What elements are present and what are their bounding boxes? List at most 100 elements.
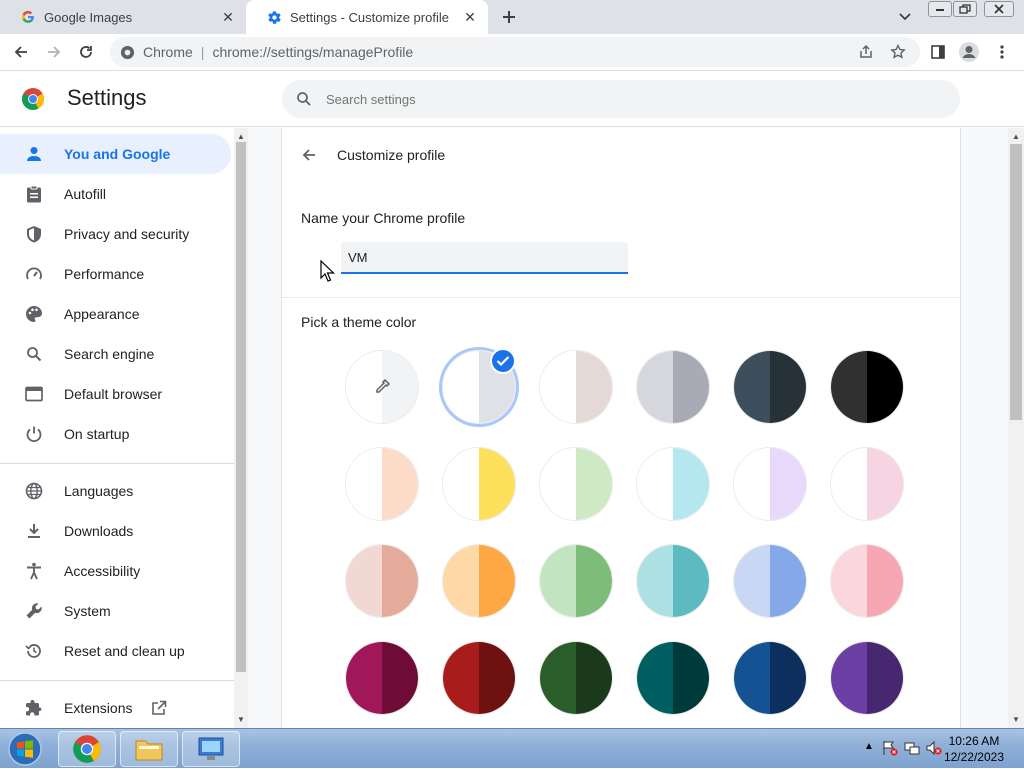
- settings-header: Settings: [0, 71, 1024, 127]
- taskbar-explorer-button[interactable]: [120, 731, 178, 767]
- taskbar-chrome-button[interactable]: [58, 731, 116, 767]
- volume-muted-icon[interactable]: [926, 740, 942, 759]
- theme-color-swatch[interactable]: [539, 350, 613, 424]
- scroll-down-arrow-icon[interactable]: ▼: [1008, 713, 1024, 725]
- search-icon: [294, 89, 314, 109]
- theme-color-swatch[interactable]: [830, 447, 904, 521]
- sidebar-item-system[interactable]: System: [0, 591, 231, 631]
- open-in-new-icon: [150, 699, 168, 717]
- theme-color-swatch[interactable]: [733, 447, 807, 521]
- back-button[interactable]: [10, 41, 32, 63]
- theme-color-swatch[interactable]: [733, 350, 807, 424]
- back-button[interactable]: [298, 144, 320, 166]
- sidebar-item-languages[interactable]: Languages: [0, 471, 231, 511]
- shield-icon: [24, 224, 44, 244]
- sidebar-scrollbar[interactable]: ▲ ▼: [234, 128, 248, 728]
- sidebar-item-search-engine[interactable]: Search engine: [0, 334, 231, 374]
- scrollbar-thumb[interactable]: [236, 142, 246, 672]
- sidebar-item-label: Extensions: [64, 700, 133, 716]
- share-icon: [860, 44, 872, 58]
- sidebar-item-performance[interactable]: Performance: [0, 254, 231, 294]
- start-button[interactable]: [4, 731, 46, 767]
- settings-search[interactable]: [282, 80, 960, 118]
- sidebar-item-you-and-google[interactable]: You and Google: [0, 134, 231, 174]
- theme-color-swatch[interactable]: [442, 641, 516, 715]
- close-icon: [994, 4, 1004, 14]
- scroll-up-arrow-icon[interactable]: ▲: [234, 130, 248, 142]
- sidebar-item-extensions[interactable]: Extensions: [0, 688, 231, 728]
- monitor-icon: [198, 737, 224, 760]
- address-bar[interactable]: Chrome | chrome://settings/manageProfile: [110, 37, 920, 67]
- menu-button[interactable]: [991, 41, 1013, 63]
- side-panel-button[interactable]: [927, 41, 949, 63]
- sidebar-item-reset[interactable]: Reset and clean up: [0, 631, 231, 671]
- tab-search-button[interactable]: [895, 8, 915, 26]
- theme-color-swatch[interactable]: [733, 641, 807, 715]
- theme-color-swatch[interactable]: [636, 350, 710, 424]
- taskbar-control-panel-button[interactable]: [182, 731, 240, 767]
- theme-color-swatch[interactable]: [539, 544, 613, 618]
- theme-color-swatch[interactable]: [442, 544, 516, 618]
- show-hidden-icons-icon[interactable]: ▲: [864, 741, 874, 752]
- sidebar-item-appearance[interactable]: Appearance: [0, 294, 231, 334]
- profile-name-label: Name your Chrome profile: [301, 210, 466, 226]
- close-icon[interactable]: ✕: [460, 7, 480, 27]
- scroll-down-arrow-icon[interactable]: ▼: [234, 713, 248, 725]
- sidebar-item-label: Reset and clean up: [64, 643, 185, 659]
- share-button[interactable]: [855, 41, 877, 63]
- theme-color-swatch[interactable]: [636, 447, 710, 521]
- main-scrollbar[interactable]: ▲ ▼: [1008, 128, 1024, 728]
- section-title: Customize profile: [337, 147, 446, 163]
- system-clock[interactable]: 10:26 AM 12/22/2023: [944, 733, 1004, 765]
- theme-color-swatch[interactable]: [345, 641, 419, 715]
- profile-button[interactable]: [958, 41, 980, 63]
- theme-color-swatch[interactable]: [830, 641, 904, 715]
- avatar-icon: [959, 42, 979, 62]
- tab-strip: Google Images ✕ Settings - Customize pro…: [0, 0, 1024, 34]
- section-divider: [282, 297, 960, 298]
- star-icon: [890, 44, 906, 59]
- profile-name-input[interactable]: [341, 242, 628, 272]
- tab-title: Google Images: [44, 9, 133, 25]
- action-center-flag-icon[interactable]: [882, 740, 898, 759]
- sidebar-item-on-startup[interactable]: On startup: [0, 414, 231, 454]
- theme-color-swatch[interactable]: [442, 447, 516, 521]
- sidebar-item-downloads[interactable]: Downloads: [0, 511, 231, 551]
- close-icon[interactable]: ✕: [218, 7, 238, 27]
- theme-color-swatch[interactable]: [345, 544, 419, 618]
- theme-color-swatch[interactable]: [830, 350, 904, 424]
- theme-color-swatch[interactable]: [539, 447, 613, 521]
- theme-color-swatch[interactable]: [636, 641, 710, 715]
- sidebar-item-label: Search engine: [64, 346, 155, 362]
- tab-settings[interactable]: Settings - Customize profile ✕: [246, 0, 488, 34]
- sidebar-item-accessibility[interactable]: Accessibility: [0, 551, 231, 591]
- new-tab-button[interactable]: [498, 6, 520, 28]
- minimize-button[interactable]: [928, 1, 952, 17]
- chrome-logo-icon: [73, 735, 101, 763]
- tab-google-images[interactable]: Google Images ✕: [0, 0, 246, 34]
- theme-color-swatch[interactable]: [830, 544, 904, 618]
- profile-name-field[interactable]: [341, 242, 628, 274]
- sidebar-item-privacy[interactable]: Privacy and security: [0, 214, 231, 254]
- reload-button[interactable]: [75, 41, 97, 63]
- search-input[interactable]: [326, 91, 826, 107]
- mouse-cursor-icon: [320, 259, 336, 282]
- arrow-right-icon: [48, 46, 61, 58]
- theme-color-swatch[interactable]: [539, 641, 613, 715]
- restore-button[interactable]: [953, 1, 977, 17]
- sidebar-item-autofill[interactable]: Autofill: [0, 174, 231, 214]
- theme-color-swatch[interactable]: [345, 447, 419, 521]
- scrollbar-thumb[interactable]: [1010, 144, 1022, 420]
- theme-color-swatch[interactable]: [636, 544, 710, 618]
- forward-button[interactable]: [43, 41, 65, 63]
- page-title: Settings: [67, 85, 147, 110]
- theme-color-swatch[interactable]: [733, 544, 807, 618]
- clipboard-icon: [24, 184, 44, 204]
- custom-color-swatch[interactable]: [345, 350, 419, 424]
- bookmark-button[interactable]: [887, 41, 909, 63]
- sidebar-item-default-browser[interactable]: Default browser: [0, 374, 231, 414]
- network-icon[interactable]: [904, 740, 920, 759]
- window-close-button[interactable]: [984, 1, 1014, 17]
- sidebar-item-label: Appearance: [64, 306, 140, 322]
- scroll-up-arrow-icon[interactable]: ▲: [1008, 130, 1024, 142]
